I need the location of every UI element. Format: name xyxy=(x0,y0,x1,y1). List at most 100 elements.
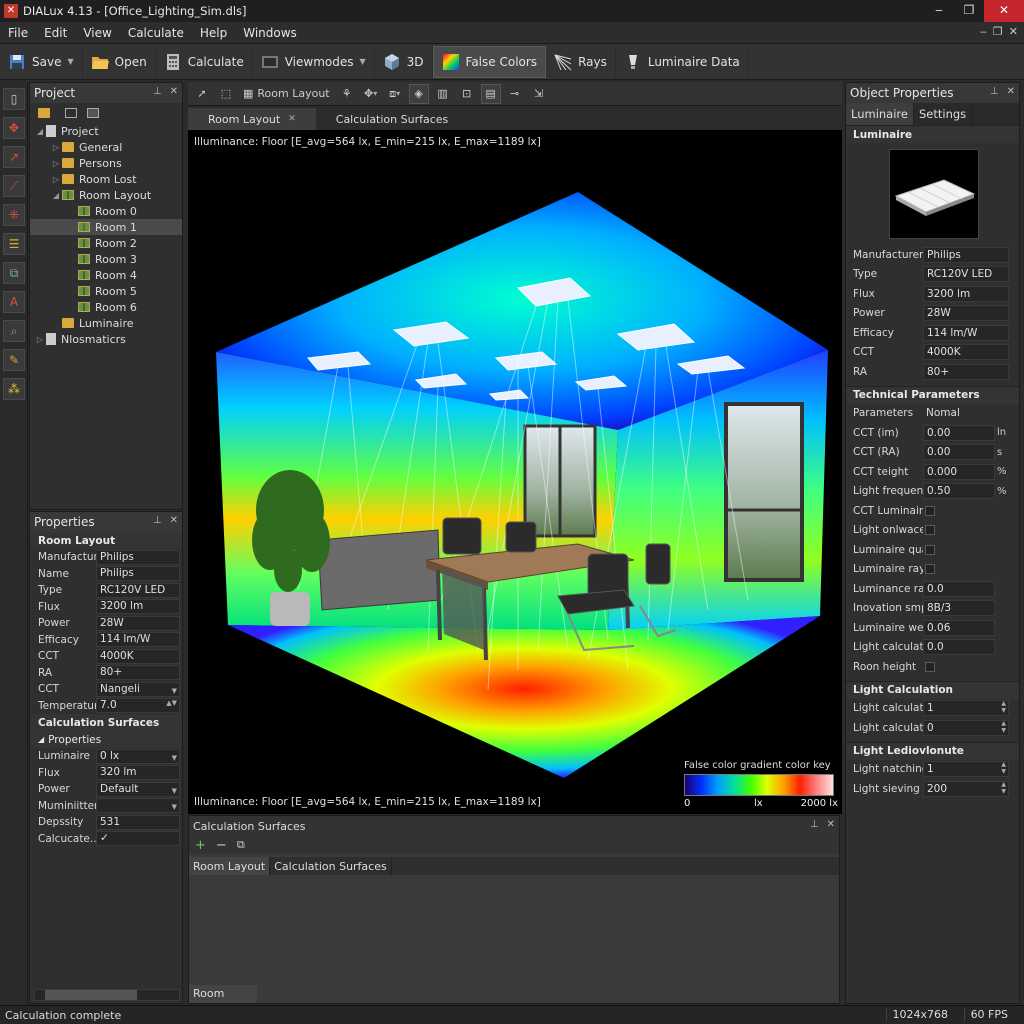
tree-item[interactable]: ▷ Nlosmaticrs xyxy=(30,331,182,347)
object-property-field[interactable]: 80+ xyxy=(923,363,1009,380)
object-property-field[interactable]: 3200 lm xyxy=(923,285,1009,302)
room-layout-view-button[interactable]: ▦ Room Layout xyxy=(240,84,333,104)
property-field[interactable]: 531 xyxy=(96,814,180,830)
object-property-field[interactable]: 28W xyxy=(923,305,1009,322)
property-field[interactable]: 3200 lm xyxy=(96,599,180,615)
object-property-field[interactable]: 114 lm/W xyxy=(923,324,1009,341)
tree-item[interactable]: Luminaire xyxy=(30,315,182,331)
calc-tab-calculation-surfaces[interactable]: Calculation Surfaces xyxy=(270,857,392,875)
grid-star-icon[interactable]: ⁂ xyxy=(3,378,25,400)
tree-item[interactable]: ▷ Persons xyxy=(30,155,182,171)
property-dropdown[interactable]: Default ▼ xyxy=(96,781,180,797)
pin-icon[interactable]: ⊥ xyxy=(153,515,162,526)
expand-toggle-icon[interactable]: ◢ xyxy=(34,127,46,136)
spinner-icon[interactable]: ▲▼ xyxy=(1001,781,1006,795)
property-field[interactable]: Philips xyxy=(96,566,180,582)
property-field[interactable]: 80+ xyxy=(96,665,180,681)
fit-view-icon[interactable]: ⊡ xyxy=(457,84,477,104)
checkbox[interactable] xyxy=(925,525,935,536)
expand-toggle-icon[interactable]: ▷ xyxy=(50,143,62,152)
tab-luminaire[interactable]: Luminaire xyxy=(846,103,914,125)
pencil-icon[interactable]: ✎ xyxy=(3,349,25,371)
tab-settings[interactable]: Settings xyxy=(914,103,973,125)
tree-item[interactable]: ▷ Room Lost xyxy=(30,171,182,187)
pin-icon[interactable]: ⊥ xyxy=(810,819,819,830)
property-field[interactable]: 4000K xyxy=(96,648,180,664)
false-colors-button[interactable]: False Colors xyxy=(432,45,547,78)
tree-item[interactable]: Room 0 xyxy=(30,203,182,219)
spinner-icon[interactable]: ▲▼ xyxy=(166,700,177,707)
minimize-button[interactable]: ‒ xyxy=(924,0,954,22)
property-field[interactable]: 114 lm/W xyxy=(96,632,180,648)
property-field[interactable]: Philips xyxy=(96,549,180,565)
tree-item[interactable]: ▷ General xyxy=(30,139,182,155)
floorplan-icon[interactable]: ▥ xyxy=(433,84,453,104)
tree-item[interactable]: Room 1 xyxy=(30,219,182,235)
text-icon[interactable]: A xyxy=(3,291,25,313)
property-dropdown[interactable]: 0 lx ▼ xyxy=(96,748,180,764)
mdi-close-icon[interactable]: ✕ xyxy=(1009,25,1018,38)
panel-close-icon[interactable]: ✕ xyxy=(827,819,835,830)
panel-close-icon[interactable]: ✕ xyxy=(170,86,178,97)
3d-button[interactable]: 3D xyxy=(375,45,433,78)
link-icon[interactable]: ⊸ xyxy=(505,84,525,104)
arrange-icon[interactable]: ⁜ xyxy=(3,204,25,226)
spinner-icon[interactable]: ▲▼ xyxy=(1001,700,1006,714)
duplicate-icon[interactable]: ⧉ xyxy=(237,838,245,852)
object-property-field[interactable]: 1 ▲ ▼ xyxy=(923,700,1009,717)
tree-item[interactable]: Room 5 xyxy=(30,283,182,299)
camera-icon[interactable]: ⧈ ▾ xyxy=(385,84,405,104)
close-button[interactable]: ✕ xyxy=(984,0,1024,22)
image-icon[interactable] xyxy=(87,108,99,118)
object-property-field[interactable]: 1 ▲ ▼ xyxy=(923,761,1009,778)
section-properties[interactable]: ◢ Properties xyxy=(30,731,182,748)
menu-edit[interactable]: Edit xyxy=(36,26,75,40)
tree-item[interactable]: Room 3 xyxy=(30,251,182,267)
maximize-button[interactable]: ❐ xyxy=(954,0,984,22)
grid-view-icon[interactable]: ▤ xyxy=(480,83,501,104)
menu-view[interactable]: View xyxy=(75,26,119,40)
object-property-field[interactable]: 0.0 xyxy=(923,580,995,597)
export-icon[interactable]: ⇲ xyxy=(529,84,549,104)
object-property-field[interactable]: 8B/3 xyxy=(923,600,995,617)
menu-windows[interactable]: Windows xyxy=(235,26,305,40)
add-icon[interactable]: + xyxy=(195,838,206,853)
open-button[interactable]: Open xyxy=(83,45,156,78)
pan-icon[interactable]: ✥ ▾ xyxy=(361,84,381,104)
mdi-minimize-icon[interactable]: ‒ xyxy=(980,25,987,38)
chevron-down-icon[interactable]: ▼ xyxy=(360,57,366,66)
object-property-field[interactable]: 0 ▲ ▼ xyxy=(923,719,1009,736)
object-property-field[interactable]: 4000K xyxy=(923,344,1009,361)
viewmodes-button[interactable]: Viewmodes ▼ xyxy=(253,45,375,78)
menu-calculate[interactable]: Calculate xyxy=(120,26,192,40)
tab-room-layout[interactable]: Room Layout ✕ xyxy=(188,108,316,130)
property-field[interactable]: RC120V LED xyxy=(96,582,180,598)
expand-toggle-icon[interactable]: ▷ xyxy=(50,175,62,184)
tree-item[interactable]: Room 6 xyxy=(30,299,182,315)
remove-icon[interactable]: − xyxy=(216,838,227,853)
expand-toggle-icon[interactable]: ▷ xyxy=(50,159,62,168)
rays-button[interactable]: Rays xyxy=(546,45,616,78)
property-dropdown[interactable]: Nangeli ▼ xyxy=(96,681,180,697)
menu-file[interactable]: File xyxy=(0,26,36,40)
tab-calculation-surfaces[interactable]: Calculation Surfaces xyxy=(316,108,469,130)
new-document-icon[interactable]: ▯ xyxy=(3,88,25,110)
pin-icon[interactable]: ⊥ xyxy=(990,86,999,97)
horizontal-scrollbar[interactable] xyxy=(34,989,180,1001)
object-property-field[interactable]: 0.06 xyxy=(923,619,995,636)
expand-toggle-icon[interactable]: ◢ xyxy=(50,191,62,200)
calc-tab-room-layout[interactable]: Room Layout xyxy=(189,857,271,875)
expand-toggle-icon[interactable]: ▷ xyxy=(34,335,46,344)
object-property-field[interactable]: 0.000 xyxy=(923,463,995,480)
property-field[interactable]: 7.0 ▲▼ xyxy=(96,698,180,714)
spinner-icon[interactable]: ▲▼ xyxy=(1001,761,1006,775)
object-property-field[interactable]: 0.50 xyxy=(923,483,995,500)
object-property-field[interactable]: 0.00 xyxy=(923,424,995,441)
chevron-down-icon[interactable]: ▼ xyxy=(67,57,73,66)
mdi-restore-icon[interactable]: ❐ xyxy=(993,25,1003,38)
object-property-field[interactable]: 0.00 xyxy=(923,444,995,461)
tree-item[interactable]: ◢ Room Layout xyxy=(30,187,182,203)
pin-icon[interactable]: ⊥ xyxy=(153,86,162,97)
panel-close-icon[interactable]: ✕ xyxy=(1007,86,1015,97)
menu-help[interactable]: Help xyxy=(192,26,235,40)
